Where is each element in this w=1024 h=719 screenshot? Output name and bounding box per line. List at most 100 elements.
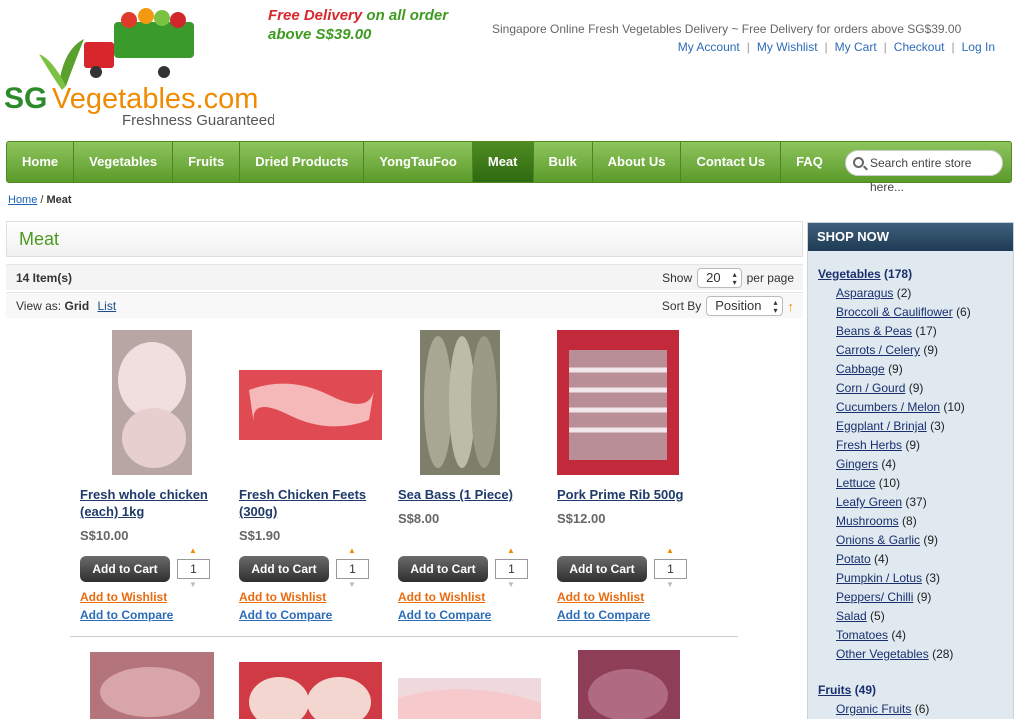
quantity-input[interactable]: 1: [654, 559, 687, 579]
add-to-compare-link[interactable]: Add to Compare: [80, 608, 173, 622]
product-image[interactable]: [239, 370, 382, 440]
qty-down-icon[interactable]: ▼: [507, 580, 515, 589]
subcategory-link[interactable]: Corn / Gourd: [836, 381, 905, 395]
add-to-compare-link[interactable]: Add to Compare: [557, 608, 650, 622]
add-to-compare-link[interactable]: Add to Compare: [239, 608, 332, 622]
subcategory-link[interactable]: Lettuce: [836, 476, 875, 490]
subcategory-count: (4): [881, 457, 897, 471]
my-cart-link[interactable]: My Cart: [835, 40, 877, 54]
nav-yongtaufoo[interactable]: YongTauFoo: [364, 142, 473, 182]
nav-dried-products[interactable]: Dried Products: [240, 142, 365, 182]
search-input[interactable]: Search entire store here...: [845, 150, 1003, 194]
add-to-cart-button[interactable]: Add to Cart: [80, 556, 170, 582]
subcategory-link[interactable]: Beans & Peas: [836, 324, 912, 338]
subcategory-item: Peppers/ Chilli (9): [818, 588, 1013, 607]
subcategory-item: Asparagus (2): [818, 284, 1013, 303]
breadcrumb-home[interactable]: Home: [8, 194, 37, 206]
subcategory-link[interactable]: Carrots / Celery: [836, 343, 920, 357]
product-name[interactable]: Fresh whole chicken (each) 1kg: [80, 486, 228, 520]
nav-vegetables[interactable]: Vegetables: [74, 142, 174, 182]
product-price: S$12.00: [557, 511, 606, 526]
product-image[interactable]: [112, 330, 192, 475]
qty-down-icon[interactable]: ▼: [348, 580, 356, 589]
subcategory-link[interactable]: Cucumbers / Melon: [836, 400, 940, 414]
my-wishlist-link[interactable]: My Wishlist: [757, 40, 818, 54]
page-title: Meat: [19, 229, 60, 249]
subcategory-count: (3): [930, 419, 945, 433]
subcategory-link[interactable]: Leafy Green: [836, 495, 902, 509]
category-vegetables-link[interactable]: Vegetables: [818, 267, 881, 281]
subcategory-link[interactable]: Other Vegetables: [836, 647, 929, 661]
subcategory-link[interactable]: Tomatoes: [836, 628, 888, 642]
subcategory-item: Gingers (4): [818, 455, 1013, 474]
subcategory-link[interactable]: Organic Fruits: [836, 702, 911, 716]
subcategory-item: Carrots / Celery (9): [818, 341, 1013, 360]
shop-now-sidebar: SHOP NOW Vegetables (178) Asparagus (2) B…: [807, 222, 1014, 719]
add-to-compare-link[interactable]: Add to Compare: [398, 608, 491, 622]
nav-home[interactable]: Home: [7, 142, 75, 182]
nav-meat[interactable]: Meat: [472, 142, 534, 182]
subcategory-link[interactable]: Eggplant / Brinjal: [836, 419, 927, 433]
product-image[interactable]: [578, 650, 680, 719]
nav-fruits[interactable]: Fruits: [173, 142, 241, 182]
my-account-link[interactable]: My Account: [678, 40, 740, 54]
nav-about-us[interactable]: About Us: [593, 142, 682, 182]
product-image[interactable]: [398, 678, 541, 719]
qty-down-icon[interactable]: ▼: [189, 580, 197, 589]
add-to-wishlist-link[interactable]: Add to Wishlist: [80, 590, 167, 604]
view-list-link[interactable]: List: [98, 299, 117, 313]
sort-direction-icon[interactable]: ↑: [788, 299, 795, 314]
login-link[interactable]: Log In: [962, 40, 995, 54]
nav-faq[interactable]: FAQ: [781, 142, 838, 182]
qty-up-icon[interactable]: ▲: [507, 546, 515, 555]
site-logo[interactable]: SG Vegetables.com Freshness Guaranteed: [4, 4, 274, 129]
subcategory-link[interactable]: Mushrooms: [836, 514, 899, 528]
subcategory-item: Corn / Gourd (9): [818, 379, 1013, 398]
add-to-cart-button[interactable]: Add to Cart: [239, 556, 329, 582]
product-image[interactable]: [239, 662, 382, 719]
subcategory-item: Tomatoes (4): [818, 626, 1013, 645]
product-image[interactable]: [90, 652, 214, 719]
row-divider: [70, 636, 738, 637]
product-name[interactable]: Pork Prime Rib 500g: [557, 486, 705, 503]
subcategory-link[interactable]: Potato: [836, 552, 871, 566]
subcategory-link[interactable]: Onions & Garlic: [836, 533, 920, 547]
category-fruits-link[interactable]: Fruits: [818, 683, 851, 697]
view-grid: Grid: [64, 299, 90, 313]
product-name[interactable]: Fresh Chicken Feets (300g): [239, 486, 387, 520]
quantity-input[interactable]: 1: [336, 559, 369, 579]
qty-up-icon[interactable]: ▲: [189, 546, 197, 555]
subcategory-link[interactable]: Salad: [836, 609, 867, 623]
nav-contact-us[interactable]: Contact Us: [681, 142, 782, 182]
qty-down-icon[interactable]: ▼: [666, 580, 674, 589]
free-delivery-banner: Free Delivery on all order above S$39.00: [268, 7, 449, 43]
subcategory-link[interactable]: Gingers: [836, 457, 878, 471]
subcategory-link[interactable]: Cabbage: [836, 362, 885, 376]
site-tagline: Singapore Online Fresh Vegetables Delive…: [492, 22, 962, 36]
product-image[interactable]: [420, 330, 500, 475]
subcategory-link[interactable]: Pumpkin / Lotus: [836, 571, 922, 585]
add-to-wishlist-link[interactable]: Add to Wishlist: [239, 590, 326, 604]
qty-up-icon[interactable]: ▲: [666, 546, 674, 555]
add-to-wishlist-link[interactable]: Add to Wishlist: [398, 590, 485, 604]
quantity-input[interactable]: 1: [177, 559, 210, 579]
product-image[interactable]: [557, 330, 679, 475]
product-name[interactable]: Sea Bass (1 Piece): [398, 486, 546, 503]
add-to-wishlist-link[interactable]: Add to Wishlist: [557, 590, 644, 604]
quantity-input[interactable]: 1: [495, 559, 528, 579]
nav-bulk[interactable]: Bulk: [534, 142, 593, 182]
subcategory-link[interactable]: Broccoli & Cauliflower: [836, 305, 953, 319]
show-per-page-select[interactable]: 20: [697, 268, 742, 288]
add-to-cart-button[interactable]: Add to Cart: [398, 556, 488, 582]
add-to-cart-button[interactable]: Add to Cart: [557, 556, 647, 582]
qty-up-icon[interactable]: ▲: [348, 546, 356, 555]
subcategory-link[interactable]: Peppers/ Chilli: [836, 590, 913, 604]
category-vegetables: Vegetables (178): [818, 267, 913, 281]
subcategory-count: (6): [914, 702, 930, 716]
subcategory-link[interactable]: Asparagus: [836, 286, 893, 300]
product-price: S$1.90: [239, 528, 281, 543]
subcategory-link[interactable]: Fresh Herbs: [836, 438, 902, 452]
subcategory-item: Eggplant / Brinjal (3): [818, 417, 1013, 436]
checkout-link[interactable]: Checkout: [894, 40, 945, 54]
sort-by-select[interactable]: Position: [706, 296, 783, 316]
